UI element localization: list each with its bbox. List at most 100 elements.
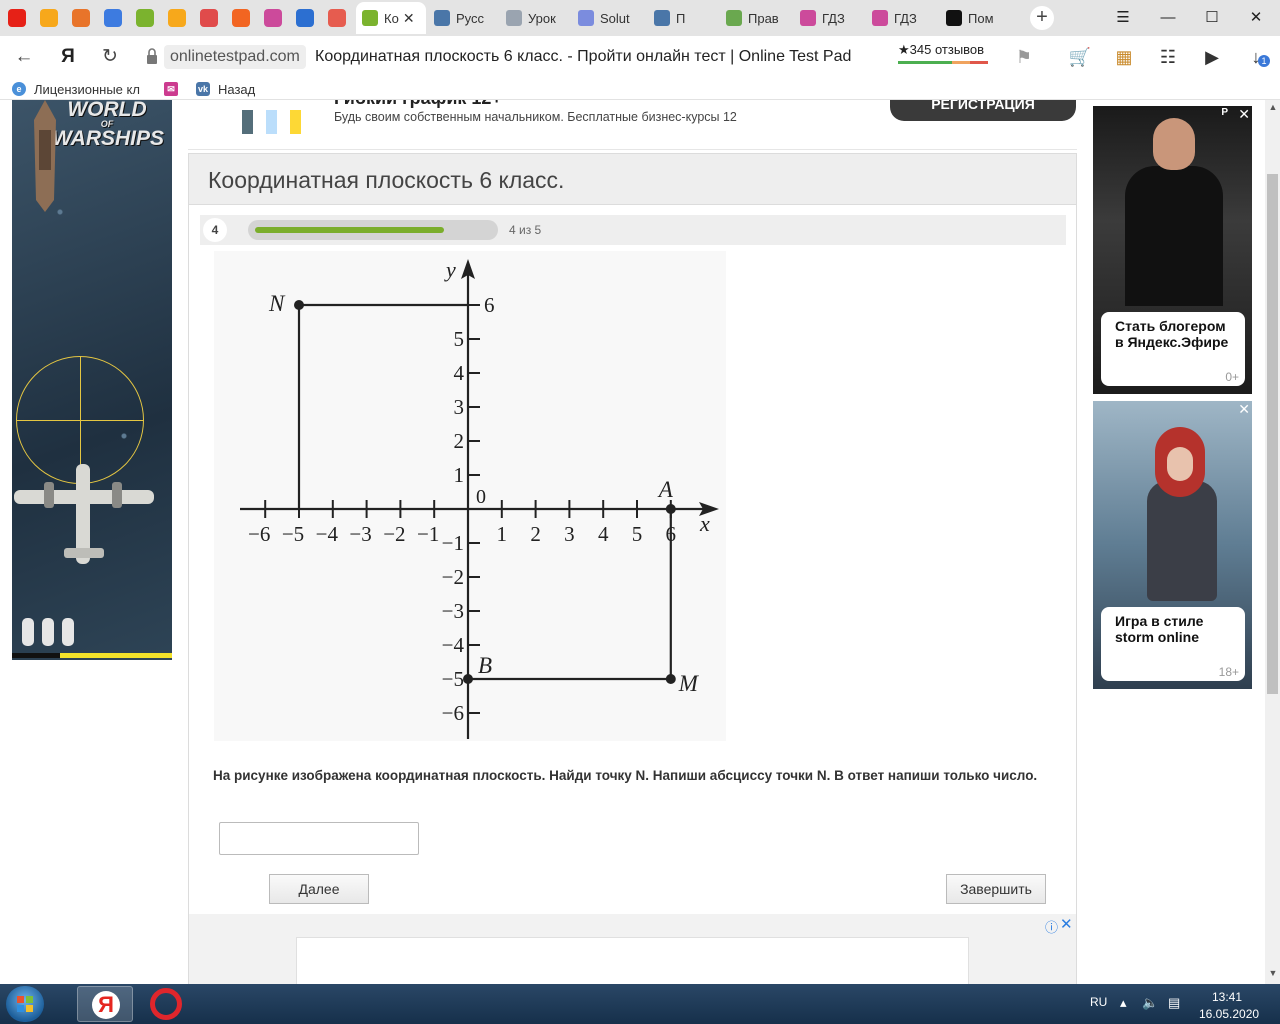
browser-tab[interactable]: Solut <box>572 2 646 34</box>
airplane-icon <box>14 464 154 564</box>
mail-icon[interactable] <box>200 9 218 27</box>
tab-label: П <box>676 10 686 26</box>
cart-icon[interactable]: 🛒 <box>1068 45 1092 69</box>
browser-tab[interactable]: Ко ✕ <box>356 2 426 34</box>
clock-date[interactable]: 16.05.2020 <box>1199 1007 1259 1021</box>
grid-icon[interactable] <box>136 9 154 27</box>
youtube-icon[interactable] <box>8 9 26 27</box>
menu-icon[interactable]: ☰ <box>1111 7 1135 29</box>
close-window-button[interactable]: ✕ <box>1244 7 1268 29</box>
test-pad-icon <box>362 10 378 26</box>
y-tick-label: 5 <box>454 327 465 351</box>
tool-icon[interactable] <box>328 9 346 27</box>
right-ad-blogger[interactable]: Р ✕ Стать блогером в Яндекс.Эфире 0+ <box>1093 106 1252 394</box>
reviews-badge[interactable]: ★345 отзывов <box>898 42 984 58</box>
bookmark-licenses[interactable]: e Лицензионные кл <box>12 80 140 98</box>
minimize-button[interactable]: — <box>1156 7 1180 29</box>
extension-icon[interactable]: ▦ <box>1112 45 1136 69</box>
edge-icon: e <box>12 82 26 96</box>
browser-tab[interactable]: Прав <box>720 2 792 34</box>
ad-close-icon[interactable]: ✕ <box>1238 401 1250 418</box>
bookmark-icon[interactable]: ⚑ <box>1012 45 1036 69</box>
gdz-icon <box>800 10 816 26</box>
browser-tab[interactable]: ГДЗ <box>794 2 864 34</box>
age-rating: 0+ <box>1225 370 1239 384</box>
scroll-thumb[interactable] <box>1267 174 1278 694</box>
tab-label: Пом <box>968 10 994 26</box>
back-button[interactable]: ← <box>12 45 36 69</box>
collections-icon[interactable]: ☷ <box>1156 45 1180 69</box>
circle-q-icon[interactable] <box>168 9 186 27</box>
bottom-ad[interactable]: ⓘ ✕ <box>189 914 1076 984</box>
y-tick-label: −1 <box>442 531 464 555</box>
clock-time[interactable]: 13:41 <box>1212 990 1242 1004</box>
tab-label: Ко <box>384 10 399 26</box>
vk-icon <box>434 10 450 26</box>
browser-tab[interactable]: Урок <box>500 2 570 34</box>
x-tick-label: −2 <box>383 522 405 546</box>
register-button[interactable]: РЕГИСТРАЦИЯ <box>890 100 1076 121</box>
page-title[interactable]: Координатная плоскость 6 класс. - Пройти… <box>315 45 851 69</box>
ad-close-icon[interactable]: ✕ <box>1060 915 1073 933</box>
taskbar-opera[interactable] <box>138 986 194 1022</box>
page-viewport: WORLD OF WARSHIPS Гибкий график 12 <box>0 100 1280 984</box>
person-head <box>1153 118 1195 170</box>
start-button[interactable] <box>6 986 44 1022</box>
y-tick-label: −4 <box>442 633 465 657</box>
yandex-logo-icon[interactable]: Я <box>56 45 80 69</box>
browser-tab[interactable]: ГДЗ <box>866 2 938 34</box>
language-indicator[interactable]: RU <box>1090 995 1107 1009</box>
ad-stripe <box>266 110 277 134</box>
test-panel: Координатная плоскость 6 класс. 4 4 из 5… <box>188 153 1077 984</box>
top-banner-ad[interactable]: Гибкий график 12+ Будь своим собственным… <box>188 100 1077 150</box>
ad-card[interactable]: Стать блогером в Яндекс.Эфире 0+ <box>1101 312 1245 386</box>
location-icon[interactable] <box>296 9 314 27</box>
maximize-button[interactable]: ☐ <box>1200 7 1224 29</box>
z-icon <box>946 10 962 26</box>
y-tick-label: 3 <box>454 395 465 419</box>
bookmark-back[interactable]: vk Назад <box>196 80 255 98</box>
page-scrollbar[interactable]: ▲ ▼ <box>1265 100 1280 984</box>
reload-button[interactable]: ↻ <box>98 45 122 69</box>
next-button[interactable]: Далее <box>269 874 369 904</box>
chat-icon[interactable] <box>104 9 122 27</box>
fire-icon[interactable] <box>232 9 250 27</box>
reviews-rating-bar <box>898 61 988 64</box>
bookmark-mail[interactable]: ✉ <box>164 80 186 98</box>
point-b <box>463 674 473 684</box>
finish-button[interactable]: Завершить <box>946 874 1046 904</box>
browser-tab[interactable]: Русс <box>428 2 498 34</box>
coordinate-plane-figure: xy0−6−5−4−3−2−1123456654321−1−2−3−4−5−6N… <box>214 251 726 741</box>
left-banner-ad[interactable]: WORLD OF WARSHIPS <box>12 100 172 660</box>
point-label-b: B <box>478 653 492 678</box>
browser-tab[interactable]: Пом <box>940 2 1024 34</box>
right-ad-game[interactable]: ✕ Игра в стиле storm online 18+ <box>1093 401 1252 689</box>
yandex-q-icon[interactable] <box>40 9 58 27</box>
ad-close-icon[interactable]: ✕ <box>1238 106 1250 123</box>
vk-icon: vk <box>196 82 210 96</box>
scroll-down-icon[interactable]: ▼ <box>1268 968 1278 978</box>
tree-icon[interactable] <box>264 9 282 27</box>
downloads-icon[interactable]: ↓ 1 <box>1244 45 1270 69</box>
media-icon[interactable]: ▶ <box>1200 45 1224 69</box>
scroll-up-icon[interactable]: ▲ <box>1268 102 1278 112</box>
tray-arrow-icon[interactable]: ▴ <box>1120 995 1127 1011</box>
origin-label: 0 <box>476 486 486 508</box>
fox-icon[interactable] <box>72 9 90 27</box>
answer-input[interactable] <box>219 822 419 855</box>
close-tab-icon[interactable]: ✕ <box>403 10 415 27</box>
network-icon[interactable]: ▤ <box>1168 995 1180 1011</box>
bottom-ad-card[interactable] <box>296 937 969 984</box>
ad-card[interactable]: Игра в стиле storm online 18+ <box>1101 607 1245 681</box>
tab-label: Solut <box>600 10 630 26</box>
point-m <box>665 674 676 684</box>
browser-tab[interactable]: П <box>648 2 718 34</box>
new-tab-button[interactable]: + <box>1030 6 1054 30</box>
x-tick-label: −3 <box>349 522 371 546</box>
url-domain[interactable]: onlinetestpad.com <box>164 45 306 69</box>
volume-icon[interactable]: 🔈 <box>1142 995 1158 1011</box>
ad-info-icon[interactable]: ⓘ <box>1045 917 1058 936</box>
yandex-icon: Я <box>92 991 120 1019</box>
taskbar-yandex-browser[interactable]: Я <box>77 986 133 1022</box>
tab-label: Прав <box>748 10 779 26</box>
